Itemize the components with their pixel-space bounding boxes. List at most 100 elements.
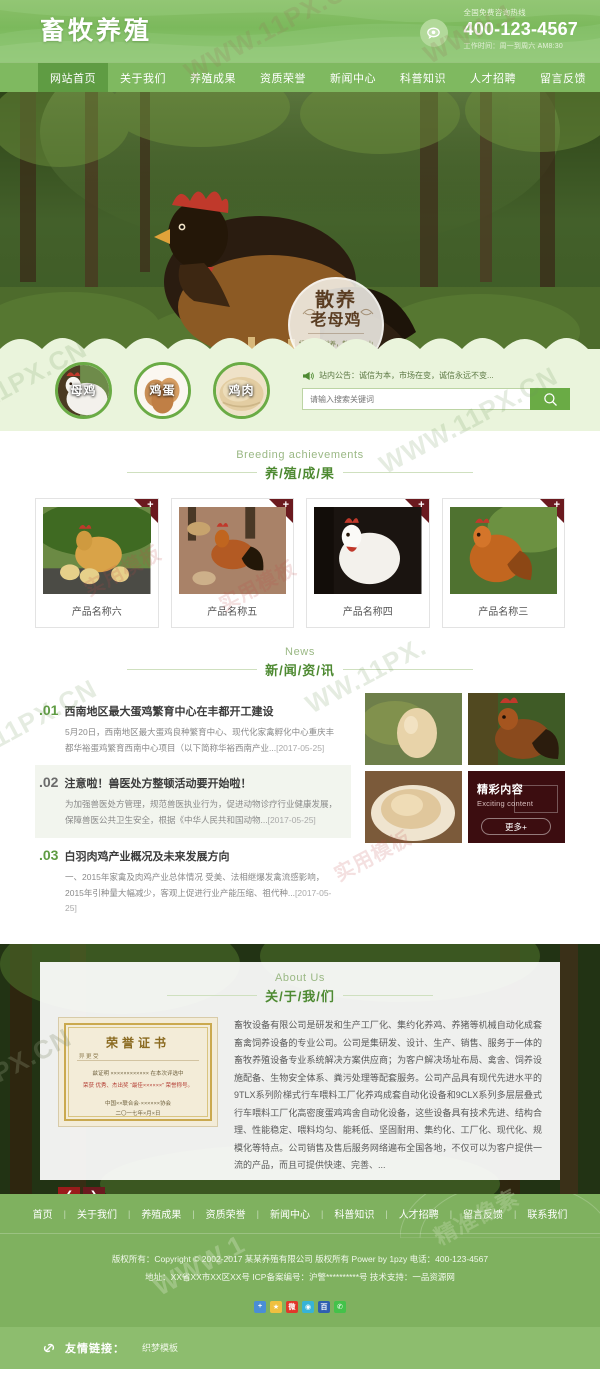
news-date-0: [2017-05-25]	[276, 742, 325, 753]
about-carousel-controls: ❮ ❯	[40, 1175, 560, 1195]
hotline-block: 全国免费咨询热线 400-123-4567 工作时间：周一到周六 AM8:30	[419, 7, 579, 51]
product-card-3[interactable]: + 产品名称三	[441, 498, 565, 628]
search-button[interactable]	[530, 388, 570, 410]
carousel-next-button[interactable]: ❯	[83, 1186, 105, 1195]
heading-rule-right	[342, 995, 433, 997]
product-name-1: 产品名称五	[207, 607, 258, 618]
news-side-gallery: 精彩内容 Exciting content 更多+	[365, 693, 565, 843]
nav-item-5[interactable]: 科普知识	[388, 63, 458, 92]
heading-rule-left	[167, 995, 258, 997]
news-desc-0: 5月20日，西南地区最大蛋鸡良种繁育中心、现代化家禽孵化中心重庆丰都华裕蛋鸡繁育…	[39, 725, 341, 756]
product-name-3: 产品名称三	[478, 607, 529, 618]
feature-circle-0[interactable]: 母鸡	[55, 361, 112, 419]
friendly-link-0[interactable]: 织梦模板	[142, 1341, 178, 1354]
about-heading-cn: 关/于/我/们	[265, 989, 335, 1005]
rooster-photo	[468, 693, 565, 765]
news-item-0[interactable]: .01 西南地区最大蛋鸡繁育中心在丰都开工建设 5月20日，西南地区最大蛋鸡良种繁育…	[35, 693, 351, 765]
news-number-2: .03	[39, 846, 59, 863]
friendly-links-bar: 友情链接： 织梦模板	[0, 1326, 600, 1369]
certificate-title: 荣誉证书	[105, 1036, 170, 1051]
news-number-0: .01	[39, 702, 59, 718]
about-section: About Us 关/于/我/们 异 更 受 荣誉证书 兹证明 ××××××××…	[0, 944, 600, 1195]
feature-row: 母鸡 鸡蛋 鸡肉 站内公告：诚信为本，市场在变，诚信永远不变... 请输入搜索关…	[0, 349, 600, 431]
nav-item-1[interactable]: 关于我们	[108, 63, 178, 92]
heading-rule-left	[127, 472, 258, 473]
qzone-icon[interactable]: ◉	[302, 1300, 314, 1313]
news-title-2[interactable]: 白羽肉鸡产业概况及未来发展方向	[64, 848, 229, 864]
friendly-links-title: 友情链接：	[65, 1342, 125, 1355]
main-navigation: 网站首页关于我们养殖成果资质荣誉新闻中心科普知识人才招聘留言反馈联系我们	[0, 62, 600, 92]
site-logo[interactable]: 畜牧养殖	[40, 11, 152, 47]
certificate-line-3: 中国××联合会·××××××协会	[104, 1101, 172, 1108]
hotline-hours: 工作时间：周一到周六 AM8:30	[463, 42, 563, 50]
footer-nav-item-7[interactable]: 留言反馈	[452, 1206, 514, 1221]
baidu-icon[interactable]: 百	[318, 1300, 330, 1313]
nav-item-0[interactable]: 网站首页	[38, 63, 108, 92]
product-image-2	[314, 507, 422, 594]
news-number-1: .02	[39, 774, 59, 791]
news-thumb-egg[interactable]	[365, 693, 462, 765]
news-section: .01 西南地区最大蛋鸡繁育中心在丰都开工建设 5月20日，西南地区最大蛋鸡良种繁育…	[0, 689, 600, 926]
about-body: 异 更 受 荣誉证书 兹证明 ×××××××××××× 在本次评选中 荣获 优秀…	[40, 1011, 560, 1175]
hotline-number: 400-123-4567	[463, 19, 578, 39]
news-thumb-rooster[interactable]	[468, 693, 565, 765]
about-description: 畜牧设备有限公司是研发和生产工厂化、集约化养鸡、养猪等机械自动化成套畜禽饲养设备…	[234, 1020, 542, 1171]
footer-nav-item-5[interactable]: 科普知识	[323, 1206, 385, 1221]
search-input[interactable]	[302, 388, 530, 410]
hotline-label: 全国免费咨询热线	[463, 8, 526, 17]
news-date-1: [2017-05-25]	[267, 815, 316, 826]
product-card-1[interactable]: + 产品名称五	[170, 498, 294, 628]
phone-icon	[419, 19, 448, 47]
news-item-2[interactable]: .03 白羽肉鸡产业概况及未来发展方向 一、2015年家禽及肉鸡产业总体情况 受美、…	[35, 838, 351, 926]
feature-label-0: 母鸡	[70, 383, 97, 398]
footer-copyright: 版权所有：Copyright © 2002-2017 某某养殖有限公司 版权所有…	[111, 1254, 489, 1265]
product-card-2[interactable]: + 产品名称四	[306, 498, 430, 628]
social-share-bar: + ★ 微 ◉ 百 ✆	[0, 1293, 600, 1327]
sina-weibo-icon[interactable]: 微	[286, 1300, 298, 1313]
footer-nav-item-0[interactable]: 首页	[22, 1206, 64, 1221]
footer-nav-item-1[interactable]: 关于我们	[66, 1206, 128, 1221]
product-card-0[interactable]: + 产品名称六	[35, 498, 159, 628]
achievements-heading: Breeding achievements 养/殖/成/果	[0, 431, 600, 492]
footer-nav-item-3[interactable]: 资质荣誉	[195, 1206, 257, 1221]
news-heading-cn: 新/闻/资/讯	[265, 663, 335, 678]
news-title-0[interactable]: 西南地区最大蛋鸡繁育中心在丰都开工建设	[64, 703, 273, 719]
news-title-1[interactable]: 注意啦！兽医处方整顿活动要开始啦！	[64, 775, 251, 791]
nav-item-2[interactable]: 养殖成果	[178, 63, 248, 92]
footer-nav-item-4[interactable]: 新闻中心	[259, 1206, 321, 1221]
product-name-0: 产品名称六	[71, 607, 122, 618]
news-promo-box[interactable]: 精彩内容 Exciting content 更多+	[468, 771, 565, 843]
product-image-1	[178, 507, 286, 594]
share-plus-icon[interactable]: +	[254, 1300, 266, 1313]
nav-item-6[interactable]: 人才招聘	[458, 63, 528, 92]
search-icon	[543, 392, 557, 406]
badge-flourish-icon	[302, 308, 374, 316]
certificate-image[interactable]: 异 更 受 荣誉证书 兹证明 ×××××××××××× 在本次评选中 荣获 优秀…	[58, 1017, 218, 1128]
nav-item-4[interactable]: 新闻中心	[318, 63, 388, 92]
heading-rule-left	[127, 669, 258, 670]
footer-nav-item-2[interactable]: 养殖成果	[130, 1206, 192, 1221]
nav-item-3[interactable]: 资质荣誉	[248, 63, 318, 92]
carousel-prev-button[interactable]: ❮	[58, 1186, 80, 1195]
product-name-2: 产品名称四	[342, 607, 393, 618]
footer-nav-item-8[interactable]: 联系我们	[516, 1206, 578, 1221]
site-footer: 首页 | 关于我们 | 养殖成果 | 资质荣誉 | 新闻中心 | 科普知识 | 人才招聘 | 留言反馈 | 联系…	[0, 1194, 600, 1369]
certificate-corner-text: 异 更 受	[79, 1054, 99, 1061]
news-thumb-dish[interactable]	[365, 771, 462, 843]
footer-nav-item-6[interactable]: 人才招聘	[388, 1206, 450, 1221]
certificate-line-1: 兹证明 ×××××××××××× 在本次评选中	[92, 1071, 184, 1078]
feature-circle-2[interactable]: 鸡肉	[213, 361, 270, 419]
page-root: 畜牧养殖 全国免费咨询热线 400-123-4567 工作时间：周一到周六 AM…	[0, 0, 600, 1369]
feature-circle-1[interactable]: 鸡蛋	[134, 361, 191, 419]
favorite-star-icon[interactable]: ★	[270, 1300, 282, 1313]
news-heading-en: News	[285, 646, 315, 658]
wechat-icon[interactable]: ✆	[334, 1300, 346, 1313]
heading-rule-right	[342, 472, 473, 473]
promo-more-button[interactable]: 更多+	[481, 818, 551, 835]
nav-item-7[interactable]: 留言反馈	[528, 63, 598, 92]
certificate-line-4: 二〇一七年×月×日	[115, 1111, 161, 1118]
feature-label-1: 鸡蛋	[149, 383, 176, 398]
about-heading-en: About Us	[274, 972, 326, 985]
news-item-1[interactable]: .02 注意啦！兽医处方整顿活动要开始啦！ 为加强兽医处方管理，规范兽医执业行为，促…	[35, 765, 351, 838]
promo-frame-decoration	[514, 785, 558, 813]
